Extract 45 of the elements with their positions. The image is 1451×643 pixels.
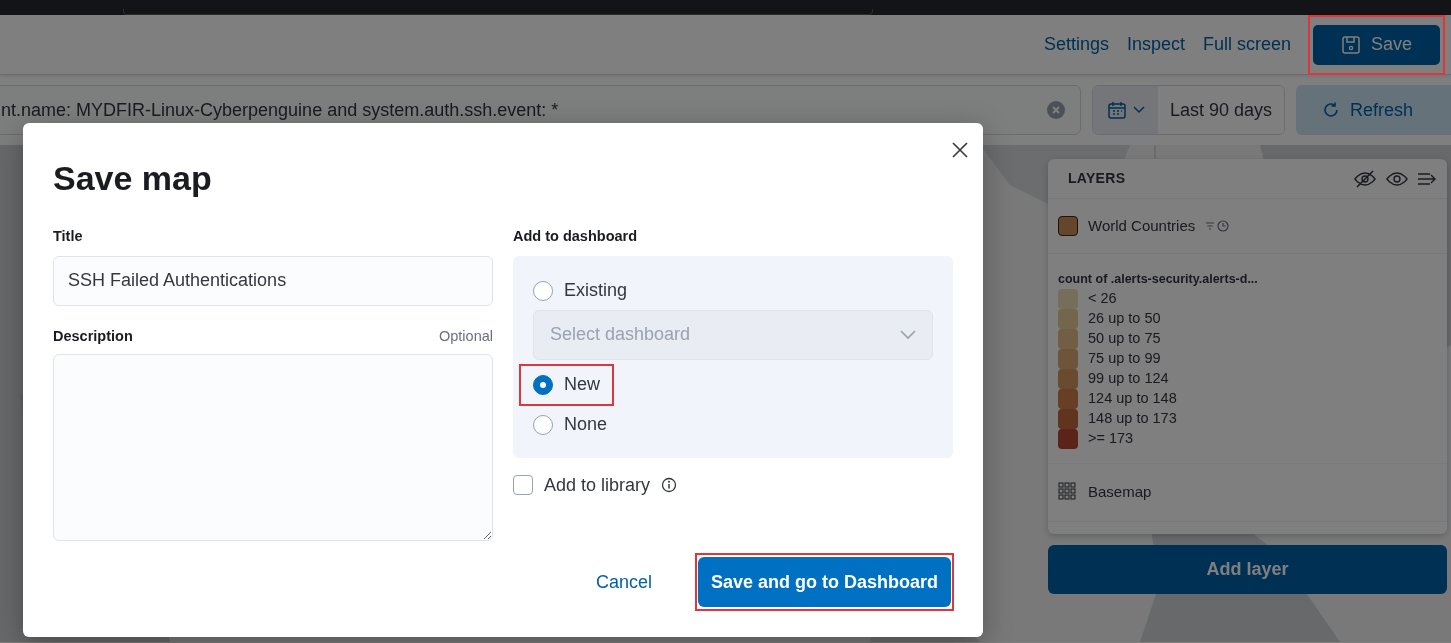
radio-option[interactable]: New: [533, 369, 600, 400]
dashboard-select[interactable]: Select dashboard: [533, 309, 933, 360]
legend-label: 26 up to 50: [1088, 308, 1161, 328]
save-button[interactable]: Save: [1313, 24, 1440, 65]
layer-name[interactable]: World Countries: [1088, 214, 1196, 238]
collapse-panel-icon[interactable]: [1417, 170, 1437, 187]
title-input[interactable]: SSH Failed Authentications: [53, 255, 493, 306]
cancel-button[interactable]: Cancel: [589, 567, 658, 597]
legend-label: >= 173: [1088, 428, 1134, 448]
date-quick-menu[interactable]: [1093, 86, 1158, 134]
checkbox[interactable]: [513, 475, 533, 496]
legend-label: 124 up to 148: [1088, 388, 1177, 408]
chevron-down-icon: [1132, 106, 1145, 114]
dialog-title: Save map: [53, 158, 213, 199]
eye-slash-icon[interactable]: [1353, 168, 1377, 189]
legend-label: 148 up to 173: [1088, 408, 1177, 428]
calendar-icon: [1106, 100, 1127, 120]
filter-clock-icon: [1205, 219, 1232, 233]
grid-icon: [1058, 482, 1078, 503]
add-layer-button[interactable]: Add layer: [1048, 545, 1447, 594]
optional-hint: Optional: [439, 326, 493, 346]
layer-name[interactable]: Basemap: [1088, 481, 1152, 504]
checkbox-label[interactable]: Add to library: [544, 471, 651, 499]
save-and-go-button[interactable]: Save and go to Dashboard: [697, 557, 951, 607]
refresh-icon: [1322, 101, 1340, 119]
field-label: Add to dashboard: [513, 227, 639, 246]
header-link[interactable]: Full screen: [1202, 31, 1291, 58]
close-icon: [952, 141, 968, 158]
radio-option[interactable]: None: [533, 409, 608, 440]
header-link[interactable]: Settings: [1043, 31, 1109, 58]
info-icon: [661, 477, 678, 494]
radio-option[interactable]: Existing: [533, 275, 628, 306]
field-label: Description: [53, 326, 133, 346]
legend-title: count of .alerts-security.alerts-d...: [1058, 271, 1259, 288]
legend-label: 99 up to 124: [1088, 368, 1169, 388]
panel-title: LAYERS: [1068, 169, 1127, 188]
refresh-button[interactable]: Refresh: [1296, 85, 1451, 135]
chevron-down-icon: [900, 329, 916, 340]
description-input[interactable]: [53, 353, 493, 541]
field-label: Title: [53, 227, 84, 246]
legend-label: 50 up to 75: [1088, 328, 1161, 348]
save-icon: [1341, 34, 1361, 55]
header-link[interactable]: Inspect: [1126, 31, 1185, 58]
legend-label: 75 up to 99: [1088, 348, 1161, 368]
legend-label: < 26: [1088, 288, 1117, 308]
